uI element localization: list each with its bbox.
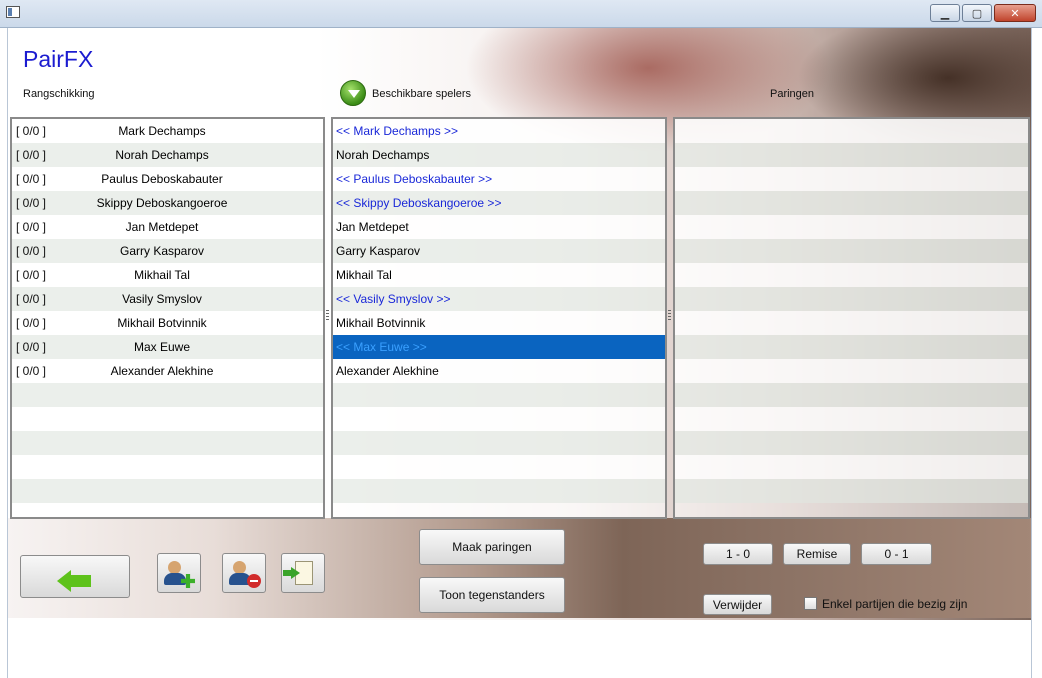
green-arrow-shape — [283, 567, 300, 579]
empty-row — [12, 383, 323, 407]
show-opponents-button[interactable]: Toon tegenstanders — [419, 577, 565, 613]
ranking-list[interactable]: [ 0/0 ] Mark Dechamps[ 0/0 ] Norah Dechamp… — [10, 117, 325, 519]
ranking-row[interactable]: [ 0/0 ] Vasily Smyslov — [12, 287, 323, 311]
app-title: PairFX — [23, 46, 94, 72]
ranking-player-name: Norah Dechamps — [115, 148, 209, 162]
ranking-row[interactable]: [ 0/0 ] Mikhail Botvinnik — [12, 311, 323, 335]
available-player-row[interactable]: Norah Dechamps — [333, 143, 665, 167]
empty-row — [675, 215, 1028, 239]
ranking-player-name: Alexander Alekhine — [110, 364, 214, 378]
available-player-row[interactable]: << Mark Dechamps >> — [333, 119, 665, 143]
available-player-row[interactable]: Mikhail Botvinnik — [333, 311, 665, 335]
empty-row — [675, 359, 1028, 383]
ranking-player-name: Garry Kasparov — [119, 244, 205, 258]
available-player-row[interactable]: << Max Euwe >> — [333, 335, 665, 359]
empty-row — [675, 431, 1028, 455]
available-player-row[interactable]: << Vasily Smyslov >> — [333, 287, 665, 311]
empty-row — [675, 263, 1028, 287]
ranking-row[interactable]: [ 0/0 ] Garry Kasparov — [12, 239, 323, 263]
arrow-left-icon — [57, 570, 91, 592]
empty-row — [333, 407, 665, 431]
empty-row — [675, 119, 1028, 143]
empty-row — [333, 479, 665, 503]
splitter-left[interactable] — [326, 310, 329, 322]
active-games-label: Enkel partijen die bezig zijn — [822, 597, 968, 611]
ranking-row[interactable]: [ 0/0 ] Norah Dechamps — [12, 143, 323, 167]
minimize-button[interactable]: ▁ — [930, 4, 960, 22]
available-player-row[interactable]: << Skippy Deboskangoeroe >> — [333, 191, 665, 215]
remove-player-button[interactable] — [222, 553, 266, 593]
window-titlebar[interactable]: ▁ ▢ ✕ — [0, 0, 1042, 28]
empty-row — [675, 407, 1028, 431]
ranking-header: Rangschikking — [23, 88, 95, 100]
empty-row — [333, 431, 665, 455]
available-player-row[interactable]: Jan Metdepet — [333, 215, 665, 239]
ranking-row[interactable]: [ 0/0 ] Mikhail Tal — [12, 263, 323, 287]
empty-row — [675, 311, 1028, 335]
ranking-row[interactable]: [ 0/0 ] Max Euwe — [12, 335, 323, 359]
download-arrow-icon[interactable] — [340, 80, 366, 106]
ranking-player-name: Mikhail Tal — [134, 268, 190, 282]
available-player-row[interactable]: Alexander Alekhine — [333, 359, 665, 383]
white-wins-button[interactable]: 1 - 0 — [703, 543, 773, 565]
empty-row — [675, 335, 1028, 359]
ranking-player-name: Jan Metdepet — [125, 220, 199, 234]
app-client-area: PairFX Rangschikking Beschikbare spelers… — [7, 28, 1032, 678]
ranking-row[interactable]: [ 0/0 ] Skippy Deboskangoeroe — [12, 191, 323, 215]
ranking-player-name: Skippy Deboskangoeroe — [96, 196, 228, 210]
available-player-row[interactable]: << Paulus Deboskabauter >> — [333, 167, 665, 191]
window-controls: ▁ ▢ ✕ — [928, 4, 1036, 22]
active-games-checkbox[interactable] — [804, 597, 817, 610]
draw-button[interactable]: Remise — [783, 543, 851, 565]
empty-row — [12, 455, 323, 479]
ranking-row[interactable]: [ 0/0 ] Jan Metdepet — [12, 215, 323, 239]
ranking-row[interactable]: [ 0/0 ] Mark Dechamps — [12, 119, 323, 143]
export-document-icon — [283, 555, 323, 591]
ranking-row[interactable]: [ 0/0 ] Paulus Deboskabauter — [12, 167, 323, 191]
export-button[interactable] — [281, 553, 325, 593]
available-players-header: Beschikbare spelers — [372, 88, 472, 100]
remove-user-icon — [224, 555, 264, 591]
ranking-player-name: Mikhail Botvinnik — [117, 316, 207, 330]
empty-row — [675, 143, 1028, 167]
empty-row — [333, 455, 665, 479]
ranking-player-name: Max Euwe — [133, 340, 191, 354]
app-window-icon — [6, 6, 20, 18]
maximize-button[interactable]: ▢ — [962, 4, 992, 22]
ranking-row[interactable]: [ 0/0 ] Alexander Alekhine — [12, 359, 323, 383]
back-button[interactable] — [20, 555, 130, 598]
splitter-right[interactable] — [668, 310, 671, 322]
pairings-list[interactable] — [673, 117, 1030, 519]
black-wins-button[interactable]: 0 - 1 — [861, 543, 932, 565]
empty-row — [675, 287, 1028, 311]
empty-row — [12, 407, 323, 431]
empty-row — [675, 239, 1028, 263]
add-player-button[interactable] — [157, 553, 201, 593]
available-player-row[interactable]: Mikhail Tal — [333, 263, 665, 287]
empty-row — [333, 383, 665, 407]
empty-row — [12, 479, 323, 503]
empty-row — [675, 191, 1028, 215]
empty-row — [675, 479, 1028, 503]
ranking-player-name: Paulus Deboskabauter — [101, 172, 223, 186]
ranking-player-name: Vasily Smyslov — [122, 292, 202, 306]
close-button[interactable]: ✕ — [994, 4, 1036, 22]
remove-pairing-button[interactable]: Verwijder — [703, 594, 772, 615]
available-player-row[interactable]: Garry Kasparov — [333, 239, 665, 263]
empty-row — [12, 431, 323, 455]
add-user-icon — [159, 555, 199, 591]
empty-row — [675, 167, 1028, 191]
empty-row — [675, 455, 1028, 479]
pairings-header: Paringen — [770, 88, 815, 100]
make-pairings-button[interactable]: Maak paringen — [419, 529, 565, 565]
available-players-list[interactable]: << Mark Dechamps >> Norah Dechamps << Paul… — [331, 117, 667, 519]
empty-row — [675, 383, 1028, 407]
minus-badge — [247, 574, 261, 588]
ranking-player-name: Mark Dechamps — [118, 124, 206, 138]
